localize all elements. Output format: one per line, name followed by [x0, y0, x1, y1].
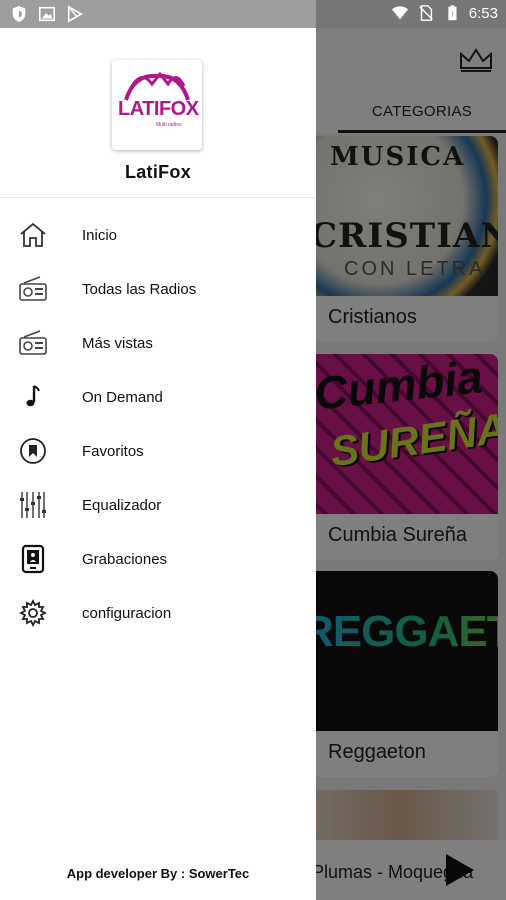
- recordings-icon: [21, 544, 45, 574]
- menu-item-label: Todas las Radios: [82, 280, 197, 298]
- menu-item-mas-vistas[interactable]: Más vistas: [0, 316, 316, 370]
- developer-credit: App developer By : SowerTec: [66, 866, 250, 881]
- menu-item-label: Más vistas: [82, 334, 153, 352]
- play-store-icon: [67, 5, 83, 23]
- menu-item-on-demand[interactable]: On Demand: [0, 370, 316, 424]
- menu-item-label: Grabaciones: [82, 550, 168, 568]
- status-bar-right: ! 6:53: [391, 4, 498, 22]
- navigation-drawer: LATIFOX Multi radios LatiFox Inicio Toda…: [0, 28, 316, 900]
- logo-subtext: Multi radios: [156, 122, 182, 128]
- bookmark-icon: [20, 438, 46, 464]
- menu-item-label: Favoritos: [82, 442, 144, 460]
- menu-item-label: Inicio: [82, 226, 118, 244]
- battery-icon: !: [448, 5, 457, 21]
- status-bar-drawer: [0, 0, 316, 28]
- menu-item-label: On Demand: [82, 388, 163, 406]
- menu-item-favoritos[interactable]: Favoritos: [0, 424, 316, 478]
- menu-item-todas-las-radios[interactable]: Todas las Radios: [0, 262, 316, 316]
- radio-icon: [19, 276, 47, 301]
- svg-text:!: !: [451, 10, 454, 19]
- radio-icon: [19, 330, 47, 355]
- drawer-menu: Inicio Todas las Radios Más vistas On De…: [0, 208, 316, 640]
- shield-icon: [12, 5, 26, 23]
- image-icon: [38, 6, 56, 22]
- no-sim-icon: [418, 5, 433, 21]
- clock: 6:53: [468, 4, 498, 22]
- equalizer-icon: [20, 492, 46, 518]
- menu-item-label: configuracion: [82, 604, 172, 622]
- menu-item-equalizador[interactable]: Equalizador: [0, 478, 316, 532]
- menu-item-label: Equalizador: [82, 496, 162, 514]
- wifi-icon: [391, 6, 408, 20]
- drawer-header: LATIFOX Multi radios LatiFox: [0, 28, 316, 198]
- notification-icons: [10, 5, 84, 23]
- app-logo: LATIFOX Multi radios: [112, 60, 202, 150]
- music-note-icon: [26, 385, 40, 407]
- app-name: LatiFox: [124, 162, 192, 182]
- home-icon: [20, 222, 46, 247]
- menu-item-configuracion[interactable]: configuracion: [0, 586, 316, 640]
- menu-item-grabaciones[interactable]: Grabaciones: [0, 532, 316, 586]
- logo-text: LATIFOX: [118, 98, 199, 120]
- gear-icon: [18, 598, 48, 628]
- menu-item-inicio[interactable]: Inicio: [0, 208, 316, 262]
